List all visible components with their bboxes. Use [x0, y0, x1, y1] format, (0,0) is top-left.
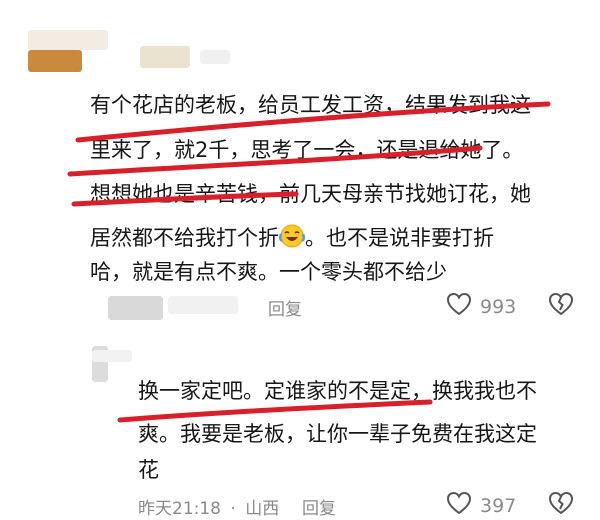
comment-2-line-1: 换一家定吧。定谁家的不是定，换我我也不 [138, 379, 537, 403]
comment-2-like-button[interactable]: 397 [446, 491, 516, 520]
comment-1-reply-button[interactable]: 回复 [268, 295, 302, 320]
broken-heart-icon [548, 491, 574, 519]
comment-2-reply-button[interactable]: 回复 [302, 494, 336, 519]
meta-blurred [108, 296, 163, 320]
comment-1-line-1: 有个花店的老板，给员工发工资，结果发到我这 [90, 93, 531, 117]
avatar-blurred[interactable] [28, 50, 82, 72]
comment-2-name-blurred [92, 350, 132, 362]
comment-1-line-4b: 。也不是说非要打折 [305, 226, 494, 250]
heart-icon [446, 491, 472, 520]
comment-1-line-2: 里来了，就2千，思考了一会，还是退给她了。 [90, 138, 524, 162]
comment-2-line-3: 花 [138, 458, 159, 482]
comment-2-time: 昨天21:18 [138, 499, 221, 519]
username-blurred[interactable] [140, 46, 190, 68]
avatar-blurred-top [28, 30, 108, 50]
comment-1-like-count: 993 [480, 295, 517, 318]
heart-icon [446, 292, 472, 321]
meta-blurred-2 [168, 296, 238, 314]
username-blurred-2 [200, 50, 230, 64]
broken-heart-icon [548, 292, 574, 320]
comment-2-location: 山西 [245, 499, 280, 519]
comment-1-line-4: 居然都不给我打个折 [90, 226, 279, 250]
comment-2-like-count: 397 [480, 494, 517, 517]
comment-2-meta: 昨天21:18 · 山西 [138, 494, 279, 519]
comment-2-dislike-button[interactable] [548, 491, 574, 519]
comment-2-line-2: 爽。我要是老板，让你一辈子免费在我这定 [138, 422, 537, 446]
comment-1-line-5: 哈，就是有点不爽。一个零头都不给少 [90, 260, 447, 284]
comment-1-like-button[interactable]: 993 [446, 292, 516, 321]
comment-1-dislike-button[interactable] [548, 292, 574, 320]
comment-1-line-3: 想想她也是辛苦钱，前几天母亲节找她订花，她 [90, 182, 531, 206]
meta-separator: · [230, 499, 236, 519]
